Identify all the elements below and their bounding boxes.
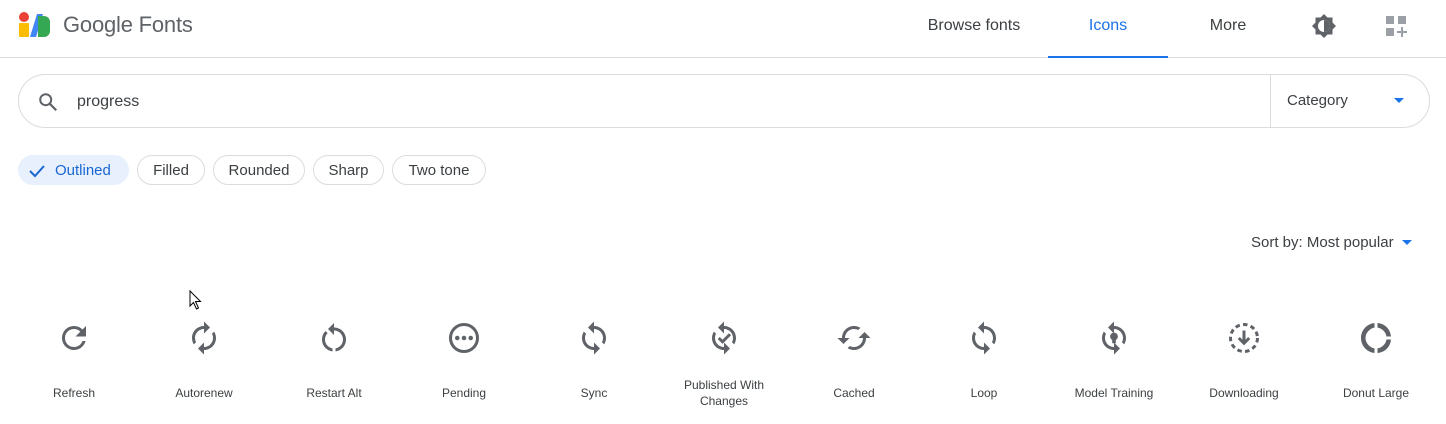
icon-result-autorenew[interactable]: Autorenew	[139, 318, 269, 424]
chevron-down-icon	[1401, 239, 1412, 245]
search-icon	[39, 93, 58, 112]
refresh-icon	[61, 325, 86, 350]
style-chip-outlined[interactable]: Outlined	[18, 155, 129, 185]
sort-label: Sort by: Most popular	[1251, 234, 1394, 251]
style-chip-filled[interactable]: Filled	[137, 155, 205, 185]
icon-result-loop[interactable]: Loop	[919, 318, 1049, 424]
style-chip-two-tone[interactable]: Two tone	[392, 155, 486, 185]
category-dropdown[interactable]: Category	[1287, 75, 1427, 127]
icon-label: Cached	[833, 386, 875, 400]
published-with-changes-icon	[712, 321, 736, 355]
icon-result-cached[interactable]: Cached	[789, 318, 919, 424]
search-divider	[1270, 75, 1271, 127]
icon-label: Published With Changes	[683, 378, 765, 408]
chevron-down-icon	[1394, 98, 1404, 103]
google-fonts-logo-icon[interactable]	[19, 12, 51, 38]
sync-icon	[582, 321, 606, 355]
style-chip-rounded[interactable]: Rounded	[213, 155, 305, 185]
icon-label: Restart Alt	[306, 386, 362, 400]
cached-icon	[837, 326, 871, 350]
style-chip-sharp[interactable]: Sharp	[313, 155, 384, 185]
sort-dropdown[interactable]: Sort by: Most popular	[1251, 234, 1412, 251]
icon-label: Donut Large	[1342, 386, 1410, 400]
autorenew-icon	[192, 321, 216, 355]
icon-label: Loop	[970, 386, 998, 400]
pending-icon	[449, 323, 479, 353]
icon-search-bar: Category	[18, 74, 1430, 128]
check-icon	[29, 165, 45, 178]
theme-toggle-icon[interactable]	[1310, 12, 1338, 40]
icon-result-pending[interactable]: Pending	[399, 318, 529, 424]
top-app-bar: Google Fonts Browse fonts Icons More	[0, 0, 1446, 58]
loop-icon	[972, 321, 996, 355]
icon-result-published-with-changes[interactable]: Published With Changes	[659, 318, 789, 424]
icon-result-restart-alt[interactable]: Restart Alt	[269, 318, 399, 424]
style-chip-label: Outlined	[55, 162, 111, 179]
icon-result-model-training[interactable]: Model Training	[1049, 318, 1179, 424]
restart-alt-icon	[321, 323, 346, 352]
brand-title[interactable]: Google Fonts	[63, 12, 193, 38]
icon-result-sync[interactable]: Sync	[529, 318, 659, 424]
icon-label: Downloading	[1209, 386, 1279, 400]
icon-label: Model Training	[1074, 386, 1154, 400]
category-label: Category	[1287, 92, 1348, 109]
nav-browse-fonts[interactable]: Browse fonts	[918, 0, 1030, 57]
icon-label: Refresh	[52, 386, 96, 400]
icon-result-downloading[interactable]: Downloading	[1179, 318, 1309, 424]
icon-result-refresh[interactable]: Refresh	[9, 318, 139, 424]
icon-label: Pending	[441, 386, 487, 400]
downloading-icon	[1229, 323, 1259, 353]
nav-icons-label: Icons	[1088, 17, 1128, 34]
icon-label: Sync	[580, 386, 608, 400]
search-input[interactable]	[75, 88, 1259, 116]
nav-more[interactable]: More	[1190, 0, 1266, 57]
nav-icons[interactable]: Icons	[1048, 0, 1168, 58]
active-tab-indicator	[1048, 56, 1168, 58]
donut-large-icon	[1361, 323, 1391, 353]
mouse-pointer-icon	[189, 290, 202, 310]
model-training-icon	[1102, 321, 1126, 355]
apps-grid-icon[interactable]	[1384, 14, 1408, 38]
icon-label: Autorenew	[175, 386, 233, 400]
icon-result-donut-large[interactable]: Donut Large	[1311, 318, 1441, 424]
